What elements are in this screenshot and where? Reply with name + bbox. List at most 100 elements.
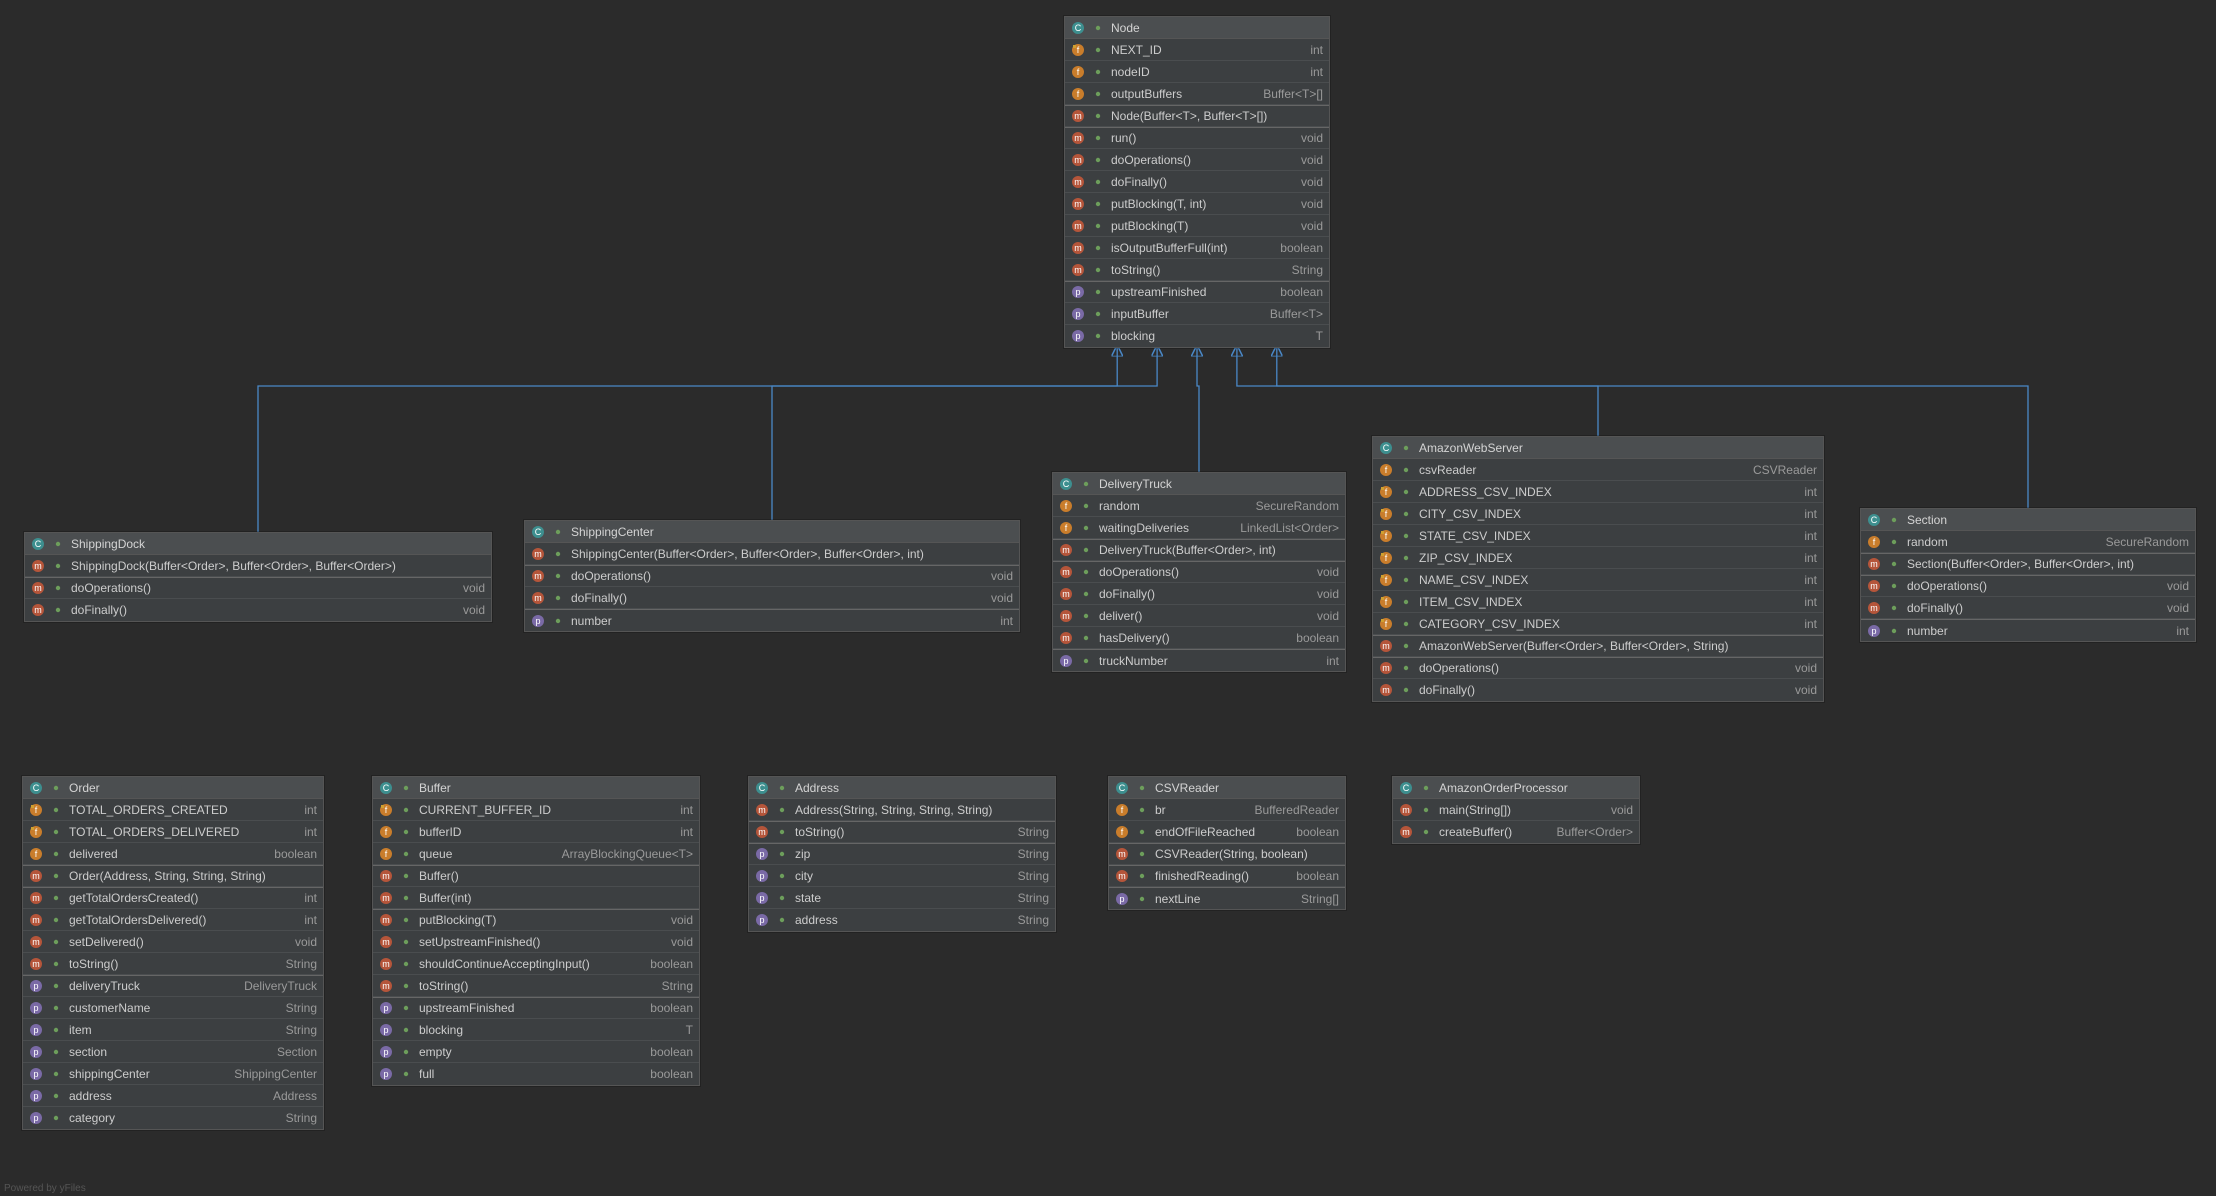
member-row[interactable]: msetUpstreamFinished()void: [373, 931, 699, 953]
member-row[interactable]: mBuffer(): [373, 865, 699, 887]
member-row[interactable]: mCSVReader(String, boolean): [1109, 843, 1345, 865]
member-row[interactable]: pitemString: [23, 1019, 323, 1041]
member-row[interactable]: frandomSecureRandom: [1053, 495, 1345, 517]
member-row[interactable]: psectionSection: [23, 1041, 323, 1063]
member-row[interactable]: mdoOperations()void: [525, 565, 1019, 587]
member-row[interactable]: fcsvReaderCSVReader: [1373, 459, 1823, 481]
member-row[interactable]: mShippingDock(Buffer<Order>, Buffer<Orde…: [25, 555, 491, 577]
class-header[interactable]: CAddress: [749, 777, 1055, 799]
member-row[interactable]: mshouldContinueAcceptingInput()boolean: [373, 953, 699, 975]
member-row[interactable]: mgetTotalOrdersCreated()int: [23, 887, 323, 909]
member-row[interactable]: pblockingT: [373, 1019, 699, 1041]
member-row[interactable]: misOutputBufferFull(int)boolean: [1065, 237, 1329, 259]
member-row[interactable]: fITEM_CSV_INDEXint: [1373, 591, 1823, 613]
class-Node[interactable]: CNodefNEXT_IDintfnodeIDintfoutputBuffers…: [1064, 16, 1330, 348]
member-row[interactable]: ptruckNumberint: [1053, 649, 1345, 671]
class-ShippingDock[interactable]: CShippingDockmShippingDock(Buffer<Order>…: [24, 532, 492, 622]
member-row[interactable]: fendOfFileReachedboolean: [1109, 821, 1345, 843]
member-row[interactable]: mtoString()String: [749, 821, 1055, 843]
class-Section[interactable]: CSectionfrandomSecureRandommSection(Buff…: [1860, 508, 2196, 642]
class-header[interactable]: COrder: [23, 777, 323, 799]
class-header[interactable]: CShippingDock: [25, 533, 491, 555]
member-row[interactable]: foutputBuffersBuffer<T>[]: [1065, 83, 1329, 105]
member-row[interactable]: fNEXT_IDint: [1065, 39, 1329, 61]
member-row[interactable]: fbufferIDint: [373, 821, 699, 843]
member-row[interactable]: mAddress(String, String, String, String): [749, 799, 1055, 821]
class-header[interactable]: CCSVReader: [1109, 777, 1345, 799]
member-row[interactable]: frandomSecureRandom: [1861, 531, 2195, 553]
member-row[interactable]: mtoString()String: [1065, 259, 1329, 281]
member-row[interactable]: mputBlocking(T)void: [373, 909, 699, 931]
member-row[interactable]: mhasDelivery()boolean: [1053, 627, 1345, 649]
member-row[interactable]: pshippingCenterShippingCenter: [23, 1063, 323, 1085]
class-header[interactable]: CShippingCenter: [525, 521, 1019, 543]
member-row[interactable]: mdoFinally()void: [25, 599, 491, 621]
class-header[interactable]: CNode: [1065, 17, 1329, 39]
member-row[interactable]: pblockingT: [1065, 325, 1329, 347]
class-header[interactable]: CBuffer: [373, 777, 699, 799]
member-row[interactable]: mdoOperations()void: [1861, 575, 2195, 597]
member-row[interactable]: pcategoryString: [23, 1107, 323, 1129]
class-Address[interactable]: CAddressmAddress(String, String, String,…: [748, 776, 1056, 932]
class-CSVReader[interactable]: CCSVReaderfbrBufferedReaderfendOfFileRea…: [1108, 776, 1346, 910]
member-row[interactable]: mNode(Buffer<T>, Buffer<T>[]): [1065, 105, 1329, 127]
member-row[interactable]: mdoFinally()void: [1053, 583, 1345, 605]
member-row[interactable]: fbrBufferedReader: [1109, 799, 1345, 821]
member-row[interactable]: fCURRENT_BUFFER_IDint: [373, 799, 699, 821]
member-row[interactable]: mBuffer(int): [373, 887, 699, 909]
member-row[interactable]: mgetTotalOrdersDelivered()int: [23, 909, 323, 931]
member-row[interactable]: mShippingCenter(Buffer<Order>, Buffer<Or…: [525, 543, 1019, 565]
member-row[interactable]: pdeliveryTruckDeliveryTruck: [23, 975, 323, 997]
member-row[interactable]: mdoOperations()void: [1065, 149, 1329, 171]
member-row[interactable]: fSTATE_CSV_INDEXint: [1373, 525, 1823, 547]
member-row[interactable]: mrun()void: [1065, 127, 1329, 149]
member-row[interactable]: mSection(Buffer<Order>, Buffer<Order>, i…: [1861, 553, 2195, 575]
member-row[interactable]: mputBlocking(T)void: [1065, 215, 1329, 237]
member-row[interactable]: fnodeIDint: [1065, 61, 1329, 83]
member-row[interactable]: mOrder(Address, String, String, String): [23, 865, 323, 887]
class-header[interactable]: CDeliveryTruck: [1053, 473, 1345, 495]
member-row[interactable]: mtoString()String: [373, 975, 699, 997]
member-row[interactable]: fqueueArrayBlockingQueue<T>: [373, 843, 699, 865]
member-row[interactable]: mdoOperations()void: [1373, 657, 1823, 679]
member-row[interactable]: pnextLineString[]: [1109, 887, 1345, 909]
member-row[interactable]: mcreateBuffer()Buffer<Order>: [1393, 821, 1639, 843]
member-row[interactable]: pinputBufferBuffer<T>: [1065, 303, 1329, 325]
member-row[interactable]: pstateString: [749, 887, 1055, 909]
member-row[interactable]: fADDRESS_CSV_INDEXint: [1373, 481, 1823, 503]
member-row[interactable]: fNAME_CSV_INDEXint: [1373, 569, 1823, 591]
member-row[interactable]: fTOTAL_ORDERS_CREATEDint: [23, 799, 323, 821]
class-AmazonOrderProcessor[interactable]: CAmazonOrderProcessormmain(String[])void…: [1392, 776, 1640, 844]
member-row[interactable]: msetDelivered()void: [23, 931, 323, 953]
member-row[interactable]: pzipString: [749, 843, 1055, 865]
member-row[interactable]: mdoFinally()void: [1065, 171, 1329, 193]
member-row[interactable]: mdoFinally()void: [525, 587, 1019, 609]
member-row[interactable]: mmain(String[])void: [1393, 799, 1639, 821]
member-row[interactable]: mfinishedReading()boolean: [1109, 865, 1345, 887]
member-row[interactable]: pemptyboolean: [373, 1041, 699, 1063]
member-row[interactable]: fdeliveredboolean: [23, 843, 323, 865]
member-row[interactable]: paddressAddress: [23, 1085, 323, 1107]
member-row[interactable]: mdoFinally()void: [1861, 597, 2195, 619]
member-row[interactable]: pnumberint: [525, 609, 1019, 631]
diagram-canvas[interactable]: CNodefNEXT_IDintfnodeIDintfoutputBuffers…: [0, 0, 2216, 1196]
class-DeliveryTruck[interactable]: CDeliveryTruckfrandomSecureRandomfwaitin…: [1052, 472, 1346, 672]
member-row[interactable]: mputBlocking(T, int)void: [1065, 193, 1329, 215]
member-row[interactable]: mdoOperations()void: [1053, 561, 1345, 583]
member-row[interactable]: mdeliver()void: [1053, 605, 1345, 627]
member-row[interactable]: pnumberint: [1861, 619, 2195, 641]
class-AmazonWebServer[interactable]: CAmazonWebServerfcsvReaderCSVReaderfADDR…: [1372, 436, 1824, 702]
member-row[interactable]: pfullboolean: [373, 1063, 699, 1085]
member-row[interactable]: paddressString: [749, 909, 1055, 931]
class-Order[interactable]: COrderfTOTAL_ORDERS_CREATEDintfTOTAL_ORD…: [22, 776, 324, 1130]
member-row[interactable]: fTOTAL_ORDERS_DELIVEREDint: [23, 821, 323, 843]
class-Buffer[interactable]: CBufferfCURRENT_BUFFER_IDintfbufferIDint…: [372, 776, 700, 1086]
member-row[interactable]: fCATEGORY_CSV_INDEXint: [1373, 613, 1823, 635]
member-row[interactable]: pupstreamFinishedboolean: [1065, 281, 1329, 303]
member-row[interactable]: fCITY_CSV_INDEXint: [1373, 503, 1823, 525]
member-row[interactable]: fwaitingDeliveriesLinkedList<Order>: [1053, 517, 1345, 539]
member-row[interactable]: mdoFinally()void: [1373, 679, 1823, 701]
class-header[interactable]: CSection: [1861, 509, 2195, 531]
member-row[interactable]: fZIP_CSV_INDEXint: [1373, 547, 1823, 569]
member-row[interactable]: pcityString: [749, 865, 1055, 887]
